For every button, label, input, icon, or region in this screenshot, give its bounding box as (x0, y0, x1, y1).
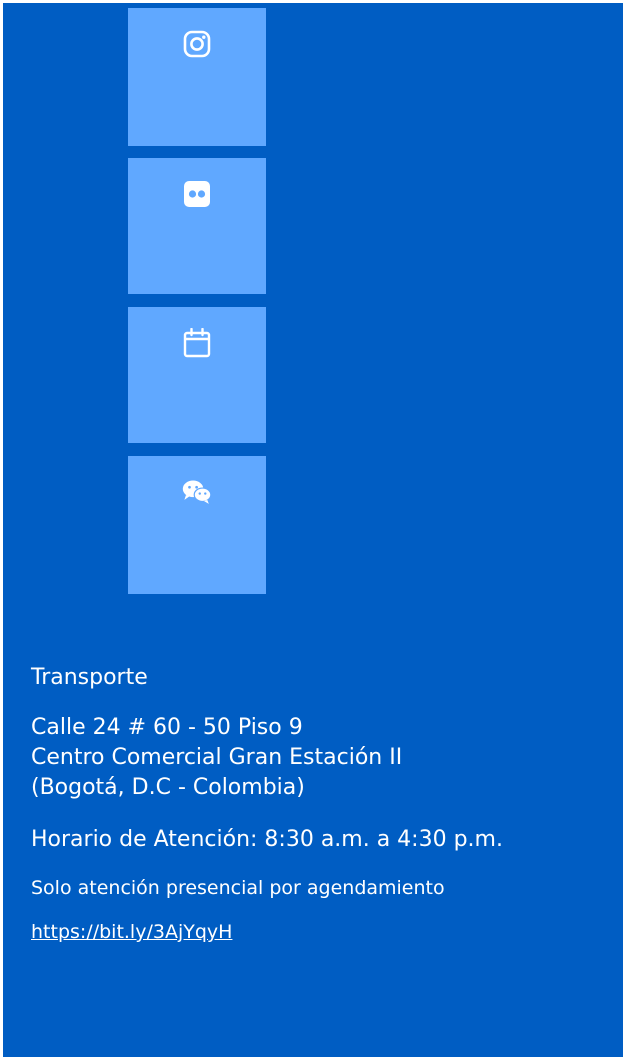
calendar-link[interactable] (128, 307, 266, 443)
address: Calle 24 # 60 - 50 Piso 9 Centro Comerci… (31, 713, 521, 803)
appointment-note: Solo atención presencial por agendamient… (31, 877, 445, 899)
flickr-link[interactable] (128, 158, 266, 294)
address-line-3: (Bogotá, D.C - Colombia) (31, 775, 305, 800)
flickr-icon (182, 179, 212, 209)
wechat-icon (182, 477, 212, 507)
instagram-icon (182, 29, 212, 59)
instagram-link[interactable] (128, 8, 266, 146)
address-line-2: Centro Comercial Gran Estación II (31, 745, 403, 770)
social-links (128, 8, 266, 594)
section-label: Transporte (31, 665, 148, 690)
footer-panel: Transporte Calle 24 # 60 - 50 Piso 9 Cen… (3, 3, 623, 1057)
opening-hours: Horario de Atención: 8:30 a.m. a 4:30 p.… (31, 827, 503, 852)
calendar-icon (182, 328, 212, 358)
wechat-link[interactable] (128, 456, 266, 594)
booking-link[interactable]: https://bit.ly/3AjYqyH (31, 919, 232, 945)
address-line-1: Calle 24 # 60 - 50 Piso 9 (31, 715, 303, 740)
contact-info: Transporte Calle 24 # 60 - 50 Piso 9 Cen… (31, 663, 521, 945)
